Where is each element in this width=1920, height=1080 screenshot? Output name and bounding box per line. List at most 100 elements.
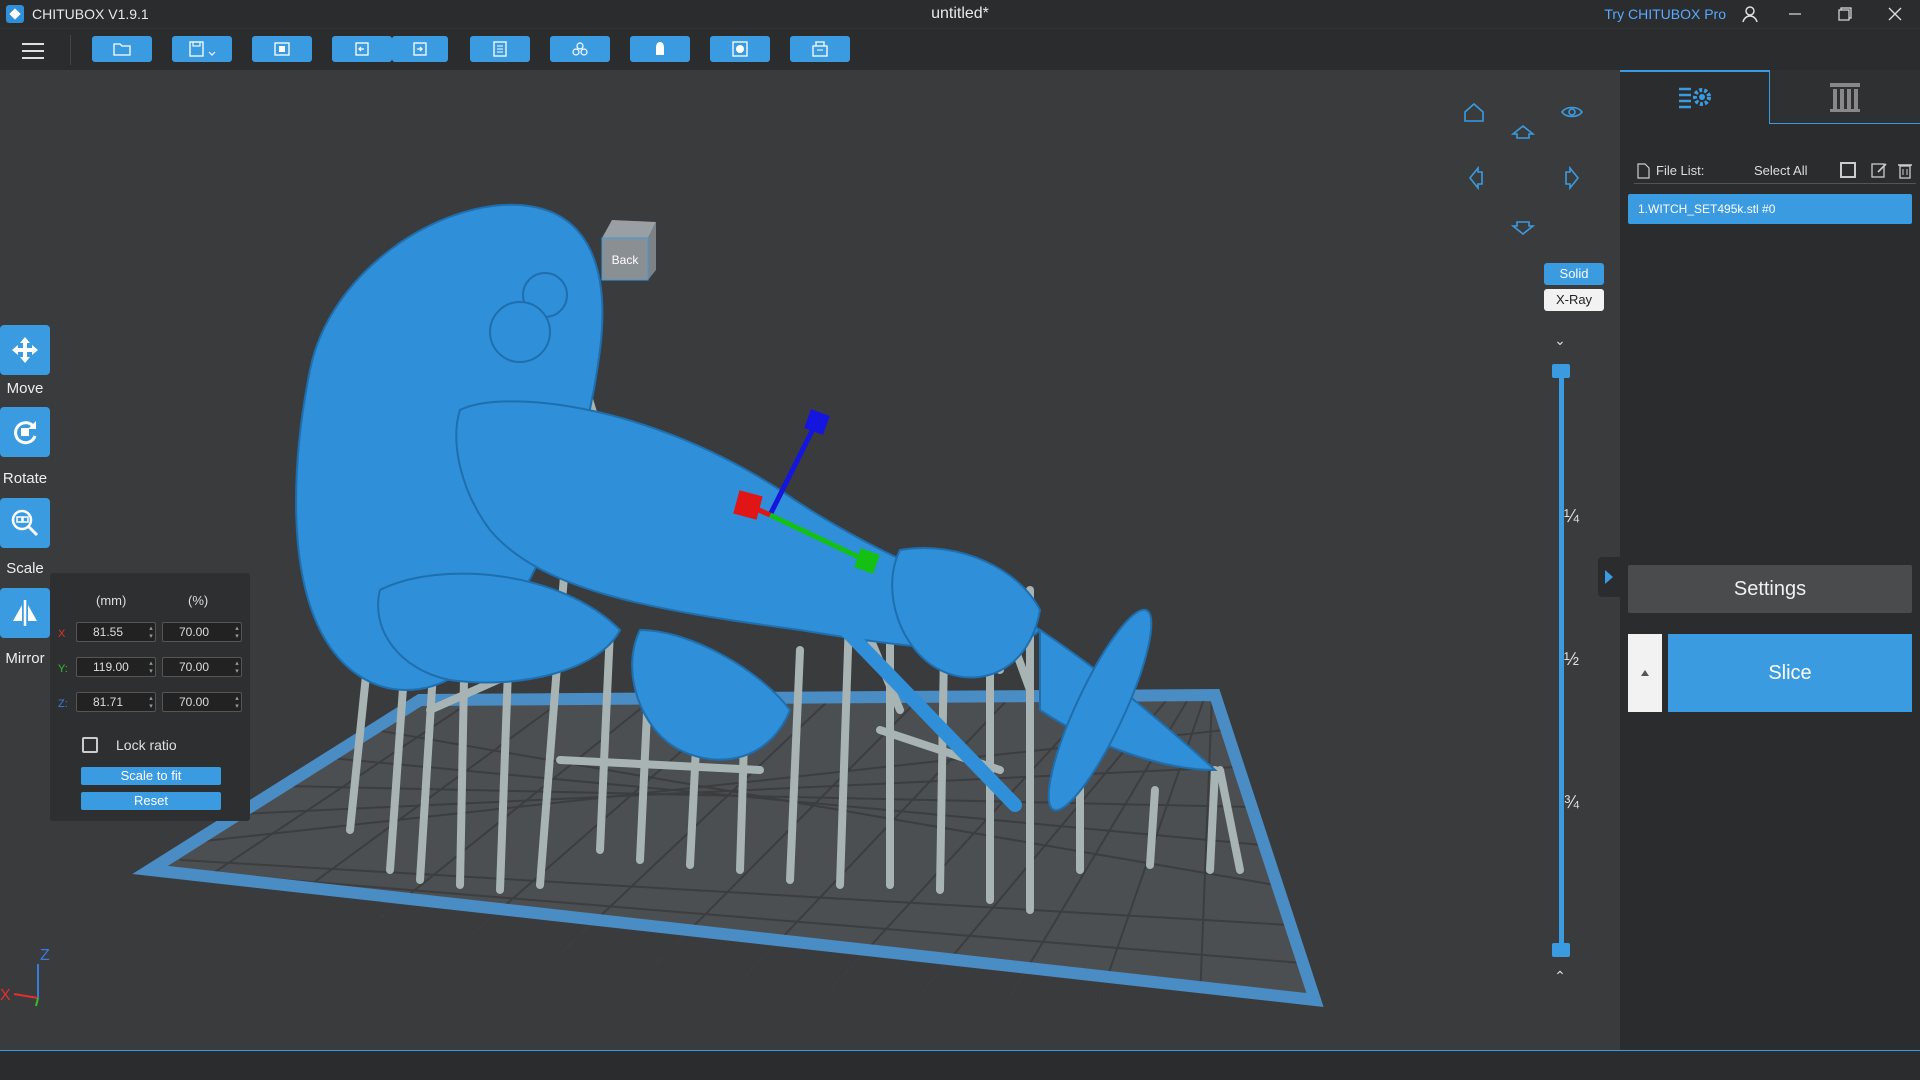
mirror-icon bbox=[13, 600, 37, 626]
scale-icon bbox=[11, 509, 39, 537]
close-button[interactable] bbox=[1870, 0, 1920, 28]
lock-ratio-checkbox[interactable] bbox=[82, 737, 98, 753]
support-button[interactable] bbox=[630, 36, 690, 62]
bottom-view-icon[interactable] bbox=[1511, 218, 1535, 242]
scale-to-fit-button[interactable]: Scale to fit bbox=[81, 767, 221, 785]
mirror-label: Mirror bbox=[5, 650, 45, 667]
chevron-down-icon[interactable]: ⌄ bbox=[1553, 332, 1567, 348]
app-name: CHITUBOX V1.9.1 bbox=[32, 6, 149, 22]
print-button[interactable] bbox=[790, 36, 850, 62]
file-list-label: File List: bbox=[1656, 163, 1705, 178]
z-percent-field[interactable]: 70.00 bbox=[162, 692, 242, 712]
view-cube[interactable]: Back bbox=[601, 220, 656, 281]
redo-icon bbox=[413, 42, 427, 56]
title-bar: CHITUBOX V1.9.1 untitled* Try CHITUBOX P… bbox=[0, 0, 1920, 28]
scale-panel: (mm) (%) X 81.55 70.00 Y: 119.00 70.00 Z… bbox=[50, 573, 250, 821]
supports-pillars-icon bbox=[1830, 82, 1860, 112]
minimize-button[interactable] bbox=[1770, 0, 1820, 28]
undo-button[interactable] bbox=[332, 36, 392, 62]
arrange-icon bbox=[572, 42, 588, 56]
y-axis-label: Y: bbox=[58, 663, 68, 675]
undo-icon bbox=[355, 42, 369, 56]
move-tool-button[interactable] bbox=[0, 325, 50, 375]
user-icon[interactable] bbox=[1740, 4, 1760, 24]
open-file-button[interactable] bbox=[92, 36, 152, 62]
axis-indicator: Z X bbox=[0, 947, 50, 1007]
settings-button[interactable]: Settings bbox=[1628, 565, 1912, 613]
percent-column-header: (%) bbox=[188, 593, 209, 608]
select-all-label: Select All bbox=[1754, 163, 1808, 178]
trash-icon[interactable] bbox=[1896, 161, 1914, 179]
fraction-half: ½ bbox=[1564, 649, 1580, 669]
z-mm-field[interactable]: 81.71 bbox=[76, 692, 156, 712]
eye-icon[interactable] bbox=[1560, 100, 1584, 124]
fraction-quarter: ¼ bbox=[1564, 506, 1580, 526]
right-view-icon[interactable] bbox=[1562, 166, 1586, 190]
chevron-down-icon bbox=[208, 51, 216, 56]
solid-mode-button[interactable]: Solid bbox=[1544, 263, 1604, 285]
import-icon bbox=[274, 42, 290, 56]
y-mm-field[interactable]: 119.00 bbox=[76, 657, 156, 677]
import-button[interactable] bbox=[252, 36, 312, 62]
try-pro-link[interactable]: Try CHITUBOX Pro bbox=[1604, 6, 1726, 22]
rotate-icon bbox=[14, 421, 37, 445]
tab-settings[interactable] bbox=[1620, 70, 1770, 124]
file-list-item[interactable]: 1.WITCH_SET495k.stl #0 bbox=[1628, 194, 1912, 224]
restore-button[interactable] bbox=[1820, 0, 1870, 28]
lock-ratio-label: Lock ratio bbox=[116, 737, 177, 753]
open-file-icon bbox=[113, 43, 131, 56]
toolbar bbox=[0, 28, 1920, 70]
list-icon bbox=[493, 41, 507, 57]
file-list-header: File List: Select All bbox=[1634, 160, 1916, 184]
slice-options-button[interactable] bbox=[1628, 634, 1662, 712]
panel-collapse-button[interactable] bbox=[1598, 557, 1620, 597]
move-icon bbox=[12, 337, 38, 363]
right-panel: File List: Select All 1.WITCH_SET495k.st… bbox=[1620, 70, 1920, 1050]
save-icon bbox=[189, 41, 204, 57]
top-view-icon[interactable] bbox=[1511, 118, 1535, 142]
y-percent-field[interactable]: 70.00 bbox=[162, 657, 242, 677]
hollow-icon bbox=[732, 41, 748, 57]
scale-tool-button[interactable] bbox=[0, 498, 50, 548]
scene: Back bbox=[132, 203, 1324, 1007]
close-icon bbox=[1888, 7, 1902, 21]
fraction-three-quarters: ¾ bbox=[1564, 792, 1580, 812]
z-axis-indicator-label: Z bbox=[40, 947, 50, 964]
redo-button[interactable] bbox=[392, 36, 448, 62]
z-axis-label: Z: bbox=[58, 698, 68, 710]
home-view-icon[interactable] bbox=[1462, 100, 1486, 124]
mm-column-header: (mm) bbox=[96, 593, 127, 608]
x-mm-field[interactable]: 81.55 bbox=[76, 622, 156, 642]
move-label: Move bbox=[6, 380, 44, 397]
x-percent-field[interactable]: 70.00 bbox=[162, 622, 242, 642]
view-cube-face-label: Back bbox=[612, 253, 640, 267]
hamburger-menu-icon[interactable] bbox=[20, 38, 46, 62]
save-button[interactable] bbox=[172, 36, 232, 62]
settings-list-icon bbox=[1678, 87, 1711, 109]
list-button[interactable] bbox=[470, 36, 530, 62]
support-icon bbox=[656, 42, 664, 55]
hollow-button[interactable] bbox=[710, 36, 770, 62]
toolbar-divider bbox=[70, 35, 71, 65]
reset-button[interactable]: Reset bbox=[81, 792, 221, 810]
rotate-tool-button[interactable] bbox=[0, 407, 50, 457]
minimize-icon bbox=[1789, 13, 1801, 15]
arrange-button[interactable] bbox=[550, 36, 610, 62]
slice-button[interactable]: Slice bbox=[1668, 634, 1912, 712]
edit-icon[interactable] bbox=[1870, 161, 1888, 179]
mirror-tool-button[interactable] bbox=[0, 588, 50, 638]
select-all-checkbox[interactable] bbox=[1840, 162, 1856, 178]
x-axis-label: X bbox=[58, 628, 66, 640]
3d-viewport[interactable]: Back Move Rotate Scale Mirror (mm) (%) X… bbox=[0, 70, 1620, 1050]
xray-mode-button[interactable]: X-Ray bbox=[1544, 289, 1604, 311]
status-bar bbox=[0, 1050, 1920, 1080]
chitubox-logo-icon bbox=[6, 5, 24, 23]
file-icon bbox=[1637, 163, 1650, 179]
scale-label: Scale bbox=[6, 560, 44, 577]
chevron-up-icon[interactable]: ⌃ bbox=[1553, 968, 1567, 984]
triangle-up-icon bbox=[1641, 670, 1649, 676]
left-view-icon[interactable] bbox=[1462, 166, 1486, 190]
tab-supports[interactable] bbox=[1770, 70, 1920, 124]
layer-slider-top-handle[interactable] bbox=[1552, 364, 1570, 378]
layer-slider-bottom-handle[interactable] bbox=[1552, 943, 1570, 957]
